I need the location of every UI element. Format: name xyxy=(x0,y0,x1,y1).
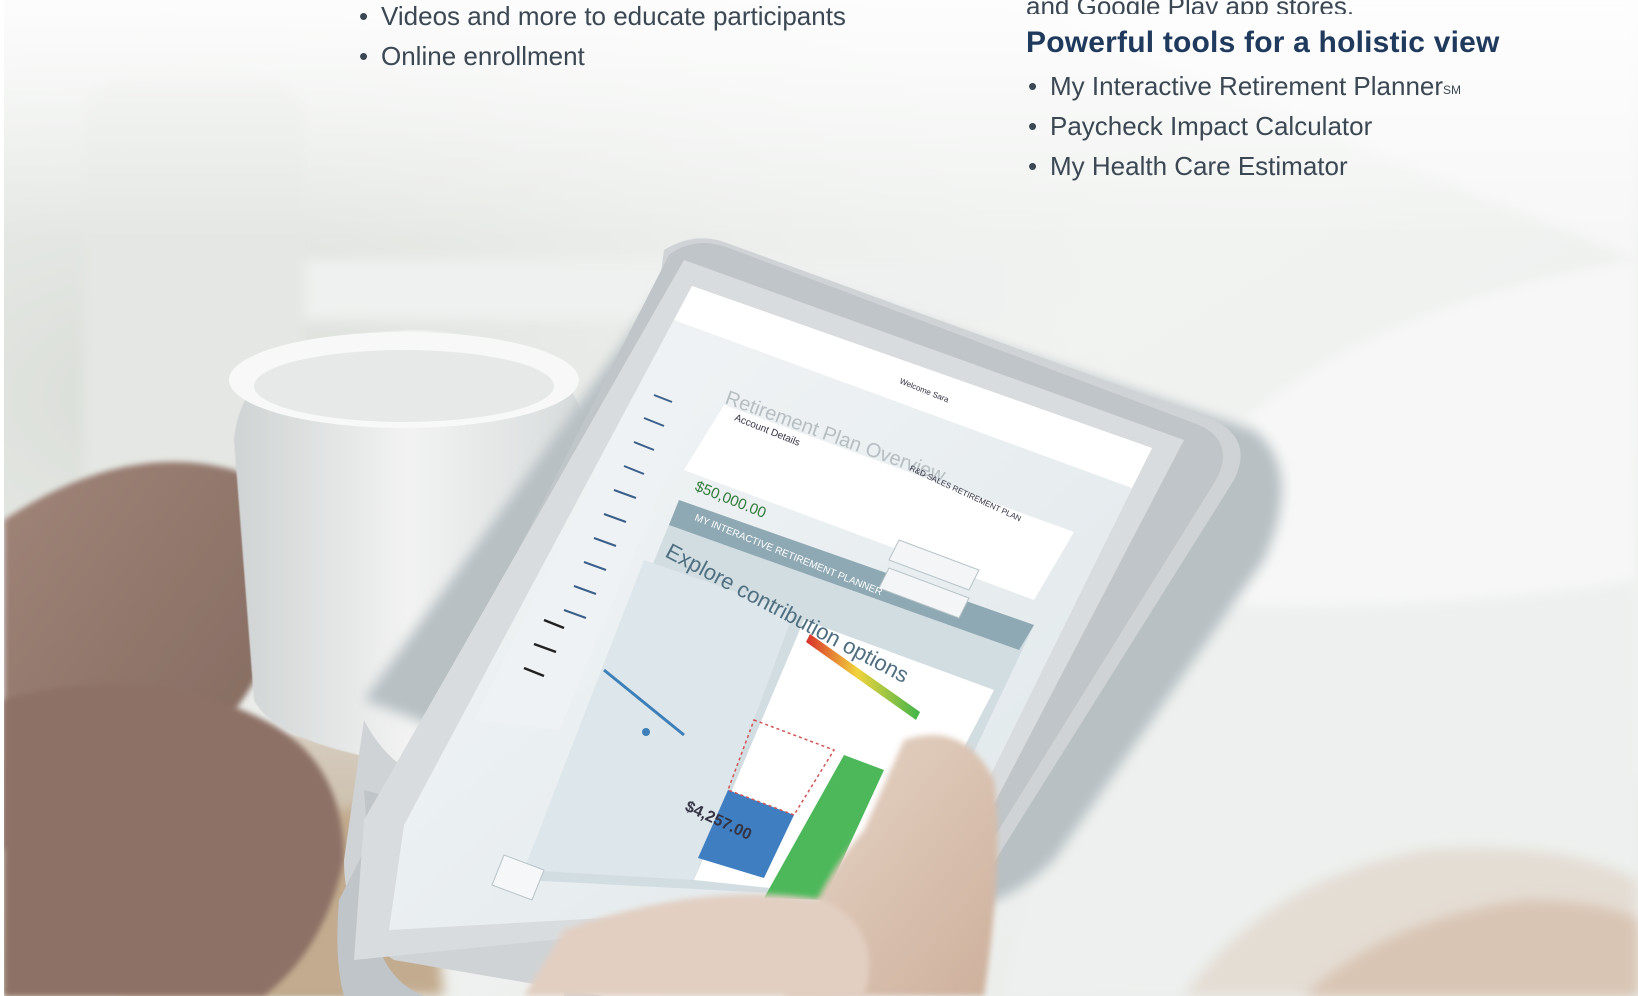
education-bullets: Videos and more to educate participants … xyxy=(357,0,917,76)
page: $50,000.00 Explore contribution options … xyxy=(0,0,1638,996)
bullet-videos: Videos and more to educate participants xyxy=(357,0,917,36)
bullet-retirement-planner-text: My Interactive Retirement Planner xyxy=(1050,71,1444,101)
bullet-online-enrollment: Online enrollment xyxy=(357,36,917,76)
app-stores-line: and Google Play app stores. xyxy=(1026,0,1586,14)
left-feature-list: Videos and more to educate participants … xyxy=(357,0,917,76)
right-feature-column: and Google Play app stores. Powerful too… xyxy=(1026,0,1586,186)
bullet-health-care-estimator: My Health Care Estimator xyxy=(1026,146,1586,186)
bullet-retirement-planner: My Interactive Retirement PlannerSM xyxy=(1026,66,1586,106)
service-mark: SM xyxy=(1443,83,1462,97)
tools-bullets: My Interactive Retirement PlannerSM Payc… xyxy=(1026,66,1586,186)
section-heading: Powerful tools for a holistic view xyxy=(1026,26,1500,59)
bullet-paycheck-calculator: Paycheck Impact Calculator xyxy=(1026,106,1586,146)
